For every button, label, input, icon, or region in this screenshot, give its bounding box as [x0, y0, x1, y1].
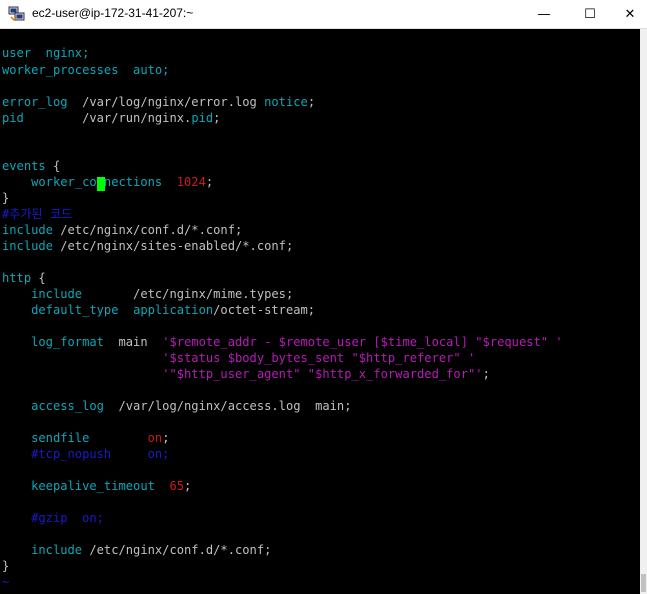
code-token: access_log: [2, 399, 104, 413]
terminal-line: events {: [2, 158, 60, 174]
code-token: ;: [307, 95, 316, 109]
maximize-icon: ☐: [584, 6, 596, 22]
code-token: '$remote_addr - $remote_user [$time_loca…: [162, 335, 563, 349]
terminal-line: #gzip on;: [2, 510, 104, 526]
code-token: ;: [482, 367, 490, 381]
code-token: /etc/nginx/conf.d/*.conf;: [82, 543, 272, 557]
terminal-line: worker_connections 1024;: [2, 174, 213, 190]
code-token: include: [2, 239, 53, 253]
code-token: '"$http_user_agent" "$http_x_forwarded_f…: [162, 367, 483, 381]
code-token: /var/run/nginx.: [23, 111, 192, 125]
code-token: pid: [2, 111, 24, 125]
code-token: keepalive_timeout: [2, 479, 155, 493]
terminal-line: ~: [2, 574, 9, 590]
code-token: }: [2, 559, 10, 573]
code-token: include: [2, 223, 53, 237]
code-token: 65: [169, 479, 185, 493]
terminal-line: }: [2, 558, 9, 574]
text-cursor: [97, 177, 105, 191]
code-token: log_format: [2, 335, 104, 349]
code-token: include: [2, 287, 83, 301]
close-icon: ✕: [624, 6, 636, 22]
terminal-line: '$status $body_bytes_sent "$http_referer…: [2, 350, 475, 366]
terminal-content[interactable]: user nginx; worker_processes auto; error_l…: [0, 29, 640, 594]
minimize-button[interactable]: —: [521, 0, 567, 28]
code-token: main: [103, 335, 163, 349]
terminal-line: default_type application/octet-stream;: [2, 302, 315, 318]
code-token: ;: [213, 111, 221, 125]
terminal-line: user nginx;: [2, 45, 89, 61]
terminal-line: error_log /var/log/nginx/error.log notic…: [2, 94, 315, 110]
code-token: ~: [2, 575, 10, 589]
terminal-line: '"$http_user_agent" "$http_x_forwarded_f…: [2, 366, 490, 382]
code-token: {: [45, 159, 61, 173]
code-token: #추가된 코드: [2, 207, 73, 221]
code-token: /octet-stream;: [213, 303, 316, 317]
code-token: #gzip on;: [2, 511, 104, 525]
window-title: ec2-user@ip-172-31-41-207:~: [32, 6, 194, 20]
code-token: /etc/nginx/mime.types;: [82, 287, 294, 301]
code-token: ;: [184, 479, 192, 493]
terminal-line: worker_processes auto;: [2, 62, 169, 78]
code-token: notice: [264, 95, 308, 109]
code-token: error_log: [2, 95, 68, 109]
close-button[interactable]: ✕: [613, 0, 647, 28]
code-token: on: [147, 431, 163, 445]
putty-icon[interactable]: [8, 5, 26, 23]
code-token: ;: [205, 175, 214, 189]
code-token: include: [2, 543, 83, 557]
terminal-line: #추가된 코드: [2, 206, 72, 222]
code-token: http: [2, 271, 32, 285]
terminal-line: include /etc/nginx/conf.d/*.conf;: [2, 542, 271, 558]
code-token: sendfile: [2, 431, 90, 445]
code-token: events: [2, 159, 46, 173]
code-token: default_type: [2, 303, 119, 317]
code-token: /var/log/nginx/error.log: [67, 95, 265, 109]
code-token: /etc/nginx/conf.d/*.conf;: [52, 223, 243, 237]
terminal-line: include /etc/nginx/sites-enabled/*.conf;: [2, 238, 293, 254]
terminal-line: http {: [2, 270, 46, 286]
terminal-line: keepalive_timeout 65;: [2, 478, 191, 494]
code-token: worker_processes auto;: [2, 63, 170, 77]
code-token: application: [133, 303, 214, 317]
code-token: pid: [191, 111, 214, 125]
code-token: /var/log/nginx/access.log main;: [103, 399, 352, 413]
maximize-button[interactable]: ☐: [567, 0, 613, 28]
title-bar[interactable]: ec2-user@ip-172-31-41-207:~ — ☐ ✕: [0, 0, 647, 29]
code-token: {: [31, 271, 46, 285]
scrollbar[interactable]: [640, 29, 647, 594]
code-token: }: [2, 191, 10, 205]
scrollbar-thumb[interactable]: [641, 574, 646, 592]
code-token: #tcp_nopush on;: [2, 447, 170, 461]
terminal-line: sendfile on;: [2, 430, 169, 446]
terminal-line: log_format main '$remote_addr - $remote_…: [2, 334, 563, 350]
terminal-line: #tcp_nopush on;: [2, 446, 169, 462]
minimize-icon: —: [537, 6, 551, 22]
code-token: worker_connections: [2, 175, 163, 189]
code-token: '$status $body_bytes_sent "$http_referer…: [162, 351, 476, 365]
terminal-line: }: [2, 190, 9, 206]
terminal-line: pid /var/run/nginx.pid;: [2, 110, 220, 126]
code-token: user nginx;: [2, 46, 90, 60]
terminal-line: include /etc/nginx/conf.d/*.conf;: [2, 222, 242, 238]
terminal-window: ec2-user@ip-172-31-41-207:~ — ☐ ✕ user n…: [0, 0, 647, 594]
code-token: 1024: [176, 175, 206, 189]
terminal-line: access_log /var/log/nginx/access.log mai…: [2, 398, 352, 414]
code-token: /etc/nginx/sites-enabled/*.conf;: [52, 239, 294, 253]
terminal-line: include /etc/nginx/mime.types;: [2, 286, 293, 302]
code-token: ;: [162, 431, 170, 445]
